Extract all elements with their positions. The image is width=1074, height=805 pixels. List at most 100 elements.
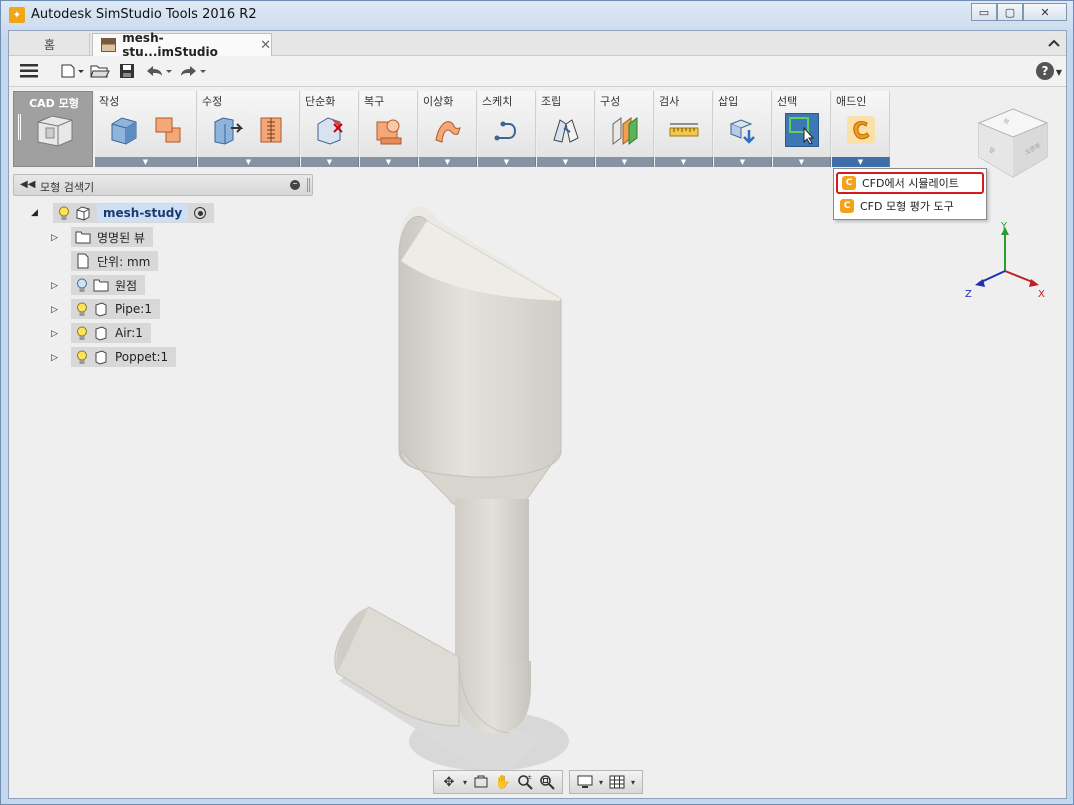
activate-radio[interactable] [194,207,207,219]
tree-item-label: Pipe:1 [115,302,152,316]
workspace-switcher[interactable]: CAD 모형 [13,91,93,167]
zoom-window-icon[interactable] [536,772,558,792]
browser-minimize-icon[interactable]: – [290,179,300,190]
assemble-dropdown[interactable]: ▼ [537,157,595,167]
measure-tool-icon[interactable] [667,113,701,147]
help-icon[interactable]: ? [1036,62,1054,80]
undo-icon[interactable] [143,62,175,80]
display-dropdown-icon[interactable]: ▾ [596,772,606,792]
viewport-model[interactable] [309,181,609,801]
select-dropdown[interactable]: ▼ [773,157,831,167]
help-dropdown-icon[interactable]: ▼ [1056,68,1062,77]
nav-tools-group: ✥ ▾ ✋ ± [433,770,563,794]
close-tab-icon[interactable]: ✕ [260,38,271,53]
cfd-addin-icon[interactable] [844,113,878,147]
visibility-bulb-icon[interactable] [75,349,89,365]
repair-dropdown[interactable]: ▼ [360,157,418,167]
pan-hand-icon[interactable]: ✋ [492,772,514,792]
repair-tool-icon[interactable] [372,113,406,147]
save-icon[interactable] [117,62,137,80]
ribbon-group-sketch: 스케치 ▼ [478,91,536,169]
group-label: 복구 [364,95,385,108]
tree-expand-icon[interactable]: ▷ [51,329,58,339]
orbit-dropdown-icon[interactable]: ▾ [460,772,470,792]
grid-settings-icon[interactable] [606,772,628,792]
menu-item-cfd-model-assessment[interactable]: C CFD 모형 평가 도구 [836,195,984,217]
create-dropdown[interactable]: ▼ [95,157,197,167]
box-tool-icon[interactable] [107,113,141,147]
sketch-dropdown[interactable]: ▼ [478,157,536,167]
select-tool-icon[interactable] [785,113,819,147]
tree-expand-icon[interactable]: ▷ [51,281,58,291]
grid-dropdown-icon[interactable]: ▾ [628,772,638,792]
collapse-ribbon-icon[interactable] [1048,35,1060,51]
menu-item-simulate-in-cfd[interactable]: C CFD에서 시뮬레이트 [836,172,984,194]
tree-expand-icon[interactable]: ▷ [51,353,58,363]
maximize-button[interactable]: ▢ [997,3,1023,21]
inspect-dropdown[interactable]: ▼ [655,157,713,167]
tree-item-origin[interactable]: 원점 [71,275,146,295]
redo-icon[interactable] [177,62,209,80]
joint-tool-icon[interactable] [549,113,583,147]
tree-item-units[interactable]: 단위: mm [71,251,159,271]
ribbon-group-create: 작성 ▼ [95,91,197,169]
tree-item-poppet[interactable]: Poppet:1 [71,347,177,367]
tab-document[interactable]: mesh-stu...imStudio ✕ [92,31,272,59]
orbit-icon[interactable]: ✥ [438,772,460,792]
collapse-browser-icon[interactable]: ◀◀ [20,179,35,190]
ribbon-group-simplify: 단순화 ▼ [301,91,359,169]
group-label: 선택 [777,95,798,108]
close-window-button[interactable]: ✕ [1023,3,1067,21]
visibility-bulb-off-icon[interactable] [75,277,89,293]
menu-item-label: CFD에서 시뮬레이트 [862,177,959,190]
group-label: 스케치 [482,95,513,108]
zoom-icon[interactable]: ± [514,772,536,792]
window-title: Autodesk SimStudio Tools 2016 R2 [31,7,257,22]
menu-hamburger-icon[interactable] [19,62,39,80]
minimize-button[interactable]: ▭ [971,3,997,21]
press-pull-tool-icon[interactable] [210,113,244,147]
axis-y-label: Y [1000,221,1008,232]
tree-item-air[interactable]: Air:1 [71,323,151,343]
tree-root-node[interactable]: mesh-study [53,203,215,223]
insert-dropdown[interactable]: ▼ [714,157,772,167]
tree-item-label: 명명된 뷰 [97,230,145,245]
look-at-icon[interactable] [470,772,492,792]
modify-dropdown[interactable]: ▼ [198,157,300,167]
visibility-bulb-icon[interactable] [57,205,71,221]
ribbon-group-addins: 애드인 ▼ [832,91,890,169]
tree-item-pipe[interactable]: Pipe:1 [71,299,160,319]
construct-dropdown[interactable]: ▼ [596,157,654,167]
axis-triad: Y X Z [955,221,1045,301]
tree-expand-icon[interactable]: ▷ [51,305,58,315]
insert-tool-icon[interactable] [726,113,760,147]
offset-plane-tool-icon[interactable] [608,113,642,147]
extrude-tool-icon[interactable] [151,113,185,147]
open-folder-icon[interactable] [89,62,111,80]
tree-item-named-views[interactable]: 명명된 뷰 [71,227,153,247]
cfd-icon: C [840,199,854,213]
tab-home[interactable]: 홈 [10,33,90,56]
tree-collapse-icon[interactable]: ◢ [31,208,38,218]
simplify-dropdown[interactable]: ▼ [301,157,359,167]
split-body-tool-icon[interactable] [254,113,288,147]
client-area: 홈 mesh-stu...imStudio ✕ ? ▼ CAD 모형 작성 ▼ … [8,30,1067,799]
tree-expand-icon[interactable]: ▷ [51,233,58,243]
sketch-tool-icon[interactable] [490,113,524,147]
document-units-icon [75,253,91,269]
navigation-bar: ✥ ▾ ✋ ± ▾ ▾ [433,769,643,795]
visibility-bulb-icon[interactable] [75,325,89,341]
display-settings-icon[interactable] [574,772,596,792]
ribbon-group-inspect: 검사 ▼ [655,91,713,169]
midsurface-tool-icon[interactable] [431,113,465,147]
addins-dropdown[interactable]: ▼ [832,157,890,167]
quick-access-toolbar: ? ▼ [9,56,1066,87]
group-label: 이상화 [423,95,454,108]
remove-features-tool-icon[interactable] [313,113,347,147]
tree-item-label: 단위: mm [97,254,151,269]
model-browser-header: ◀◀ 모형 검색기 – [13,174,313,196]
visibility-bulb-icon[interactable] [75,301,89,317]
idealize-dropdown[interactable]: ▼ [419,157,477,167]
new-file-icon[interactable] [59,62,85,80]
ribbon-grip-handle[interactable] [18,114,21,140]
